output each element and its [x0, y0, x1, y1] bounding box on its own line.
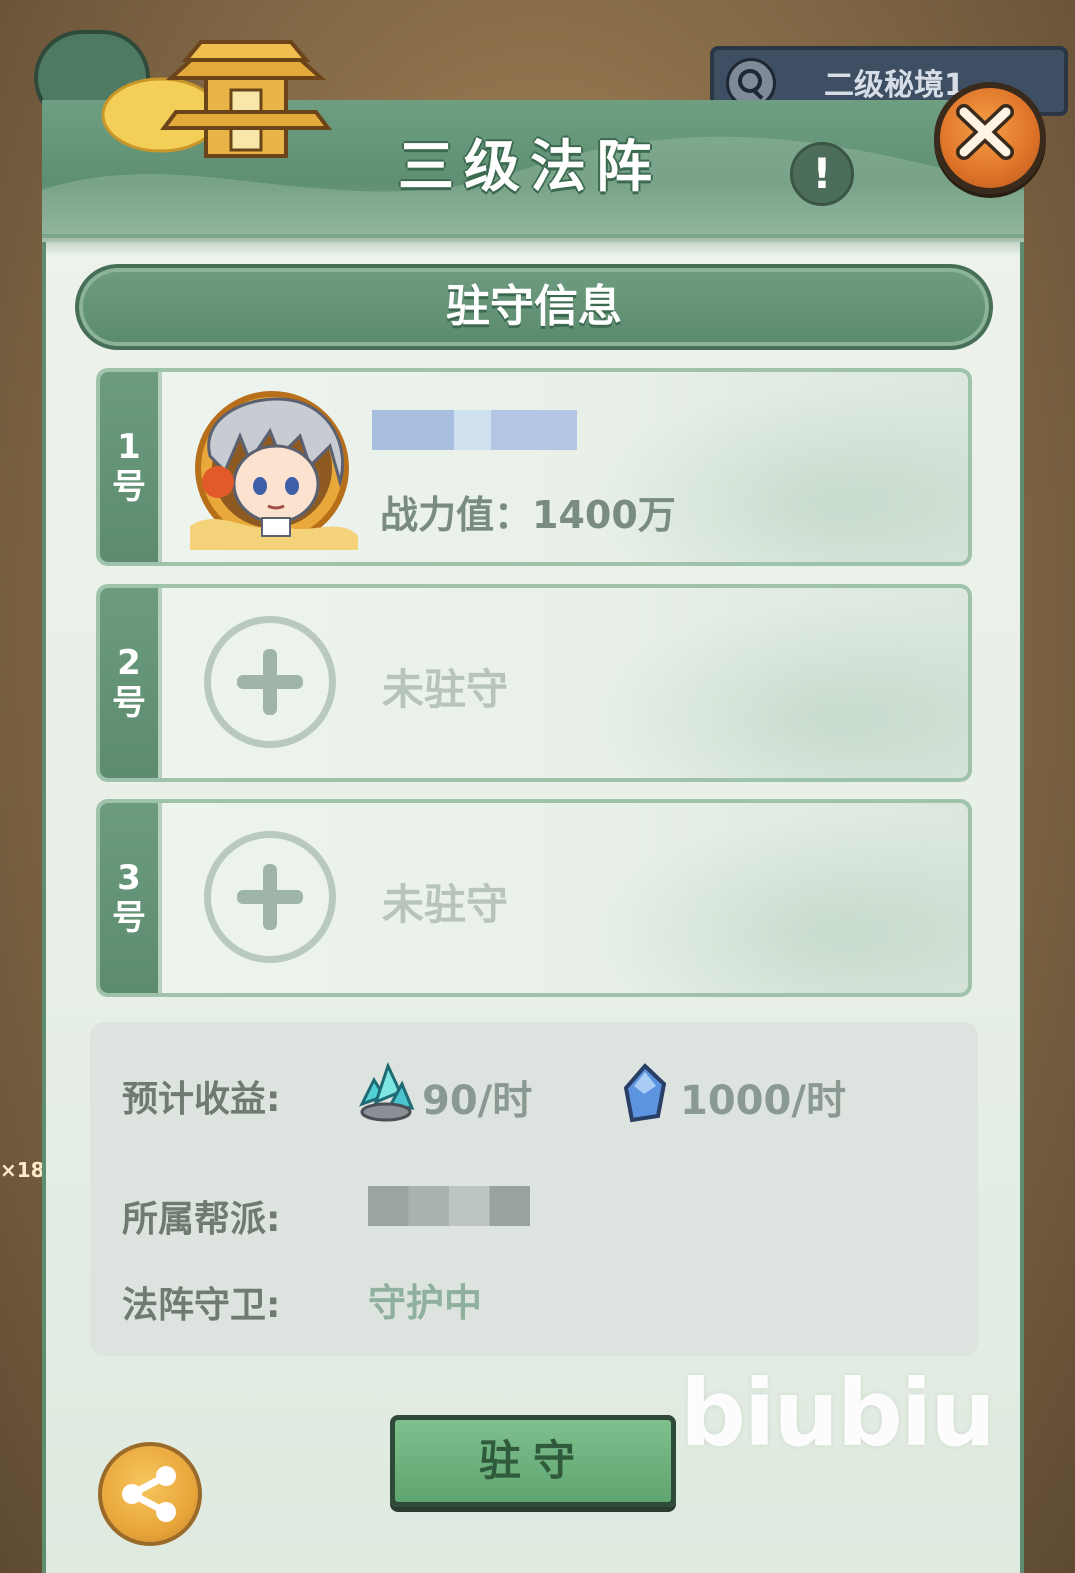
close-icon — [956, 104, 1014, 160]
add-guard-button[interactable] — [204, 616, 336, 748]
section-banner: 驻守信息 — [75, 264, 993, 350]
background-count-text: ×18 — [0, 1158, 45, 1182]
mist-decoration — [588, 813, 968, 993]
close-button[interactable] — [934, 82, 1046, 194]
mist-decoration — [588, 598, 968, 778]
defend-button[interactable]: 驻守 — [390, 1415, 676, 1507]
slot-number-suffix: 号 — [112, 898, 146, 938]
slot-number-digit: 3 — [117, 858, 141, 898]
income-label: 预计收益: — [122, 1079, 281, 1120]
slot-number-tab: 3 号 — [100, 803, 162, 993]
slot-number-tab: 1 号 — [100, 372, 162, 562]
guard-avatar[interactable] — [180, 386, 364, 550]
blue-gem-icon — [623, 1063, 667, 1123]
share-button[interactable] — [98, 1442, 202, 1546]
empty-slot-label: 未驻守 — [382, 880, 509, 929]
slot-number-digit: 1 — [117, 427, 141, 467]
guard-status: 守护中 — [368, 1281, 483, 1325]
guard-name-hidden — [372, 410, 577, 450]
watermark: biubiu — [680, 1360, 996, 1467]
guard-power: 战力值：1400万 — [380, 484, 676, 539]
slot-number-tab: 2 号 — [100, 588, 162, 778]
info-panel: 预计收益: 90/时 1000/时 所属帮派: 法阵守卫: 守护中 — [90, 1022, 978, 1356]
crystal-income-value: 90/时 — [422, 1078, 533, 1124]
defend-button-label: 驻守 — [478, 1436, 587, 1485]
info-button[interactable]: ! — [790, 142, 854, 206]
share-icon — [122, 1466, 176, 1522]
guard-slot-1[interactable]: 1 号 战力值：1400万 — [96, 368, 972, 566]
gang-label: 所属帮派: — [122, 1199, 281, 1240]
section-title: 驻守信息 — [446, 281, 622, 332]
cyan-crystal-icon — [358, 1062, 415, 1122]
guard-slot-3[interactable]: 3 号 未驻守 — [96, 799, 972, 997]
gang-value-hidden — [368, 1186, 530, 1226]
add-guard-button[interactable] — [204, 831, 336, 963]
power-value: 1400万 — [532, 493, 676, 537]
background-search-text: 二级秘境1 — [824, 68, 965, 103]
dialog-title: 三级法阵 — [398, 135, 662, 200]
slot-number-suffix: 号 — [112, 683, 146, 723]
slot-number-digit: 2 — [117, 643, 141, 683]
power-label: 战力值： — [380, 493, 533, 537]
slot-number-suffix: 号 — [112, 467, 146, 507]
pavilion-icon — [101, 40, 332, 158]
guard-slot-2[interactable]: 2 号 未驻守 — [96, 584, 972, 782]
empty-slot-label: 未驻守 — [382, 665, 509, 714]
guard-label: 法阵守卫: — [122, 1285, 281, 1326]
gem-income-value: 1000/时 — [680, 1078, 846, 1124]
